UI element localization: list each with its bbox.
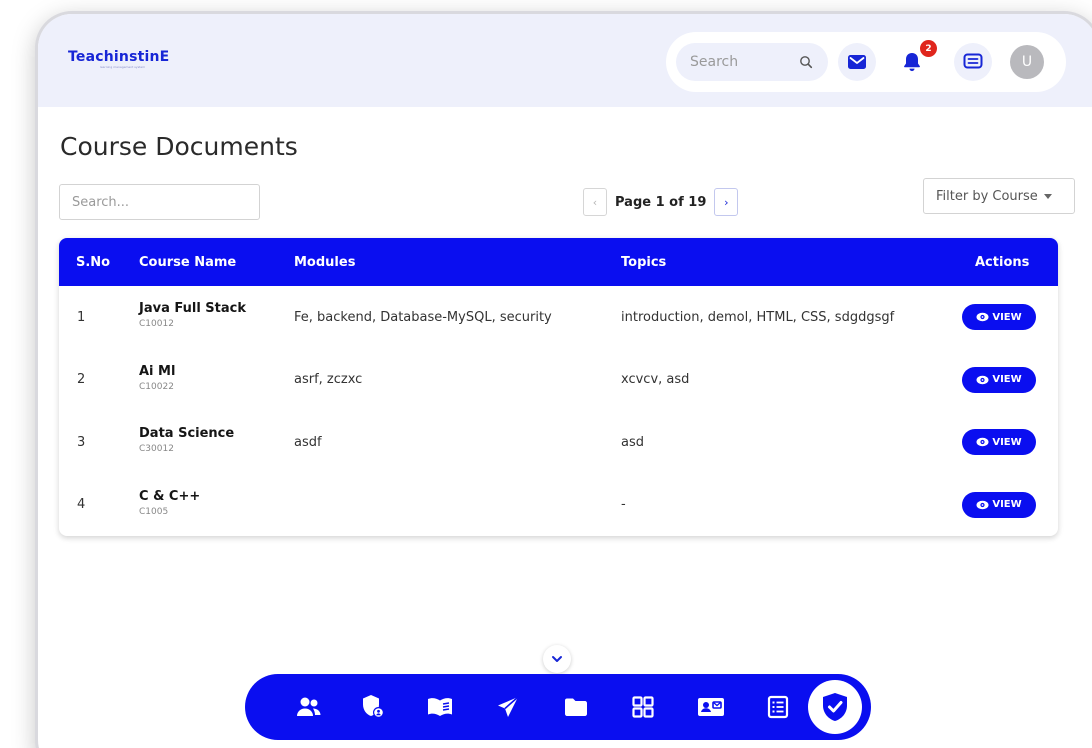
column-header-actions: Actions (975, 254, 1030, 270)
column-header-topics: Topics (621, 254, 667, 270)
eye-icon (976, 375, 989, 384)
eye-icon (976, 313, 989, 322)
table-header-row: S.No Course Name Modules Topics Actions (59, 238, 1058, 286)
header-search (676, 43, 828, 81)
dock-item-shield-check[interactable] (808, 680, 862, 734)
cell-actions: VIEW (962, 286, 1058, 349)
dock-item-shield-user[interactable] (359, 693, 387, 721)
table-row: 4 C & C++ C1005 - VIEW (59, 474, 1058, 537)
app-window: TeachinstinE learning management system … (38, 14, 1092, 748)
send-icon (498, 696, 519, 717)
bell-icon[interactable] (900, 50, 924, 74)
view-button-label: VIEW (992, 311, 1022, 323)
top-header: TeachinstinE learning management system … (38, 14, 1092, 107)
cell-course: Java Full Stack C10012 (139, 286, 294, 349)
header-search-input[interactable] (690, 43, 790, 81)
course-documents-table: S.No Course Name Modules Topics Actions … (59, 238, 1058, 536)
table-row: 2 Ai Ml C10022 asrf, zczxc xcvcv, asd VI… (59, 349, 1058, 412)
cell-topics: - (621, 497, 626, 513)
column-header-modules: Modules (294, 254, 356, 270)
cell-sno: 1 (77, 309, 86, 325)
prev-page-button[interactable]: ‹ (583, 188, 607, 216)
dock-item-grid[interactable] (629, 693, 657, 721)
page-indicator: Page 1 of 19 (615, 194, 707, 210)
message-icon (963, 53, 983, 69)
cell-modules: asdf (294, 434, 322, 450)
cell-modules (294, 474, 621, 537)
view-button[interactable]: VIEW (962, 429, 1036, 456)
cell-actions: VIEW (962, 411, 1058, 474)
collapse-dock-button[interactable] (543, 645, 571, 673)
cell-sno: 2 (77, 372, 86, 388)
dock-item-id-card[interactable] (697, 693, 725, 721)
cell-actions: VIEW (962, 474, 1058, 537)
dock-item-list[interactable] (764, 693, 792, 721)
next-page-button[interactable]: › (714, 188, 739, 216)
page-title: Course Documents (60, 132, 298, 161)
shield-user-icon (363, 695, 384, 718)
book-icon (428, 698, 452, 716)
view-button-label: VIEW (992, 499, 1022, 511)
column-header-sno: S.No (76, 254, 111, 270)
course-code: C10012 (139, 319, 174, 330)
mail-button[interactable] (838, 43, 876, 81)
caret-down-icon (1043, 193, 1052, 199)
dock-item-send[interactable] (494, 693, 522, 721)
list-icon (767, 695, 789, 719)
cell-sno: 3 (77, 434, 86, 450)
dock-item-book[interactable] (426, 693, 454, 721)
users-icon (297, 697, 321, 716)
notification-badge: 2 (920, 40, 937, 57)
logo-tagline: learning management system (100, 65, 146, 69)
bottom-dock (245, 674, 871, 740)
cell-course: Data Science C30012 (139, 411, 294, 474)
course-code: C10022 (139, 381, 174, 392)
view-button[interactable]: VIEW (962, 366, 1036, 393)
view-button-label: VIEW (992, 374, 1022, 386)
cell-course: Ai Ml C10022 (139, 349, 294, 412)
cell-modules: Fe, backend, Database-MySQL, security (294, 309, 552, 325)
folder-icon (565, 698, 587, 716)
view-button-label: VIEW (992, 436, 1022, 448)
cell-sno: 4 (77, 497, 86, 513)
view-button[interactable]: VIEW (962, 491, 1036, 518)
cell-course: C & C++ C1005 (139, 474, 294, 537)
course-name: Data Science (139, 426, 235, 442)
search-icon[interactable] (798, 54, 814, 70)
user-avatar[interactable]: U (1010, 45, 1044, 79)
document-search-input[interactable] (59, 184, 260, 220)
course-name: Java Full Stack (139, 301, 247, 317)
table-row: 3 Data Science C30012 asdf asd VIEW (59, 411, 1058, 474)
course-code: C1005 (139, 506, 169, 517)
eye-icon (976, 500, 989, 509)
cell-modules: asrf, zczxc (294, 372, 363, 388)
app-logo[interactable]: TeachinstinE (68, 49, 169, 65)
shield-check-icon (823, 693, 847, 721)
table-row: 1 Java Full Stack C10012 Fe, backend, Da… (59, 286, 1058, 349)
filter-label: Filter by Course (936, 188, 1038, 204)
course-name: Ai Ml (139, 363, 176, 379)
chevron-down-icon (552, 656, 562, 662)
mail-icon (848, 55, 866, 69)
course-name: C & C++ (139, 488, 201, 504)
id-card-icon (698, 698, 724, 716)
view-button[interactable]: VIEW (962, 304, 1036, 331)
eye-icon (976, 438, 989, 447)
cell-actions: VIEW (962, 349, 1058, 412)
cell-topics: xcvcv, asd (621, 372, 690, 388)
cell-topics: asd (621, 434, 644, 450)
grid-icon (632, 696, 654, 718)
course-code: C30012 (139, 444, 174, 455)
column-header-course-name: Course Name (139, 254, 237, 270)
dock-item-users[interactable] (295, 693, 323, 721)
dock-item-folder[interactable] (562, 693, 590, 721)
messages-button[interactable] (954, 43, 992, 81)
cell-topics: introduction, demol, HTML, CSS, sdgdgsgf (621, 309, 895, 325)
filter-by-course-select[interactable]: Filter by Course (923, 178, 1075, 214)
pagination: ‹ Page 1 of 19 › (583, 188, 739, 216)
